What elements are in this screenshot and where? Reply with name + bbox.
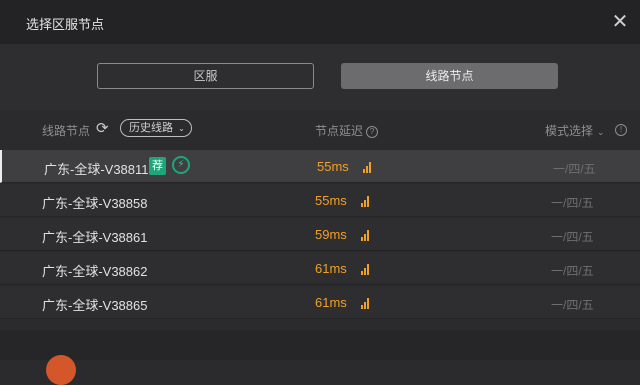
footer	[0, 330, 640, 385]
tab-nodes[interactable]: 线路节点	[341, 63, 558, 89]
header-latency-label: 节点延迟	[315, 124, 364, 138]
signal-icon	[361, 229, 373, 241]
node-row[interactable]: 广东-全球-V38861 59ms 一/四/五	[0, 218, 640, 251]
node-row[interactable]: 广东-全球-V38811 荐 ⚡ 55ms 一/四/五	[0, 150, 640, 183]
signal-icon	[363, 161, 375, 173]
node-latency: 55ms	[315, 193, 347, 208]
node-row[interactable]: 广东-全球-V38865 61ms 一/四/五	[0, 286, 640, 319]
info-icon[interactable]: !	[612, 122, 627, 136]
node-name: 广东-全球-V38865	[42, 298, 148, 313]
signal-icon	[361, 195, 373, 207]
node-mode: 一/四/五	[551, 196, 594, 210]
refresh-icon[interactable]: ⟳	[96, 119, 109, 137]
node-row[interactable]: 广东-全球-V38858 55ms 一/四/五	[0, 184, 640, 217]
title-bar: 选择区服节点 ✕	[0, 0, 640, 44]
tab-bar: 区服 线路节点	[0, 44, 640, 110]
window-title: 选择区服节点	[26, 17, 105, 32]
node-mode: 一/四/五	[551, 264, 594, 278]
boost-icon: ⚡	[172, 156, 190, 174]
node-latency: 61ms	[315, 261, 347, 276]
help-icon[interactable]: ?	[366, 126, 379, 138]
node-name: 广东-全球-V38858	[42, 196, 148, 211]
table-header: 线路节点 ⟳ 历史线路 ⌄ 节点延迟? 模式选择 ⌄ !	[0, 110, 640, 148]
node-mode: 一/四/五	[553, 162, 596, 176]
node-latency: 59ms	[315, 227, 347, 242]
header-nodes: 线路节点	[42, 124, 91, 138]
history-dropdown[interactable]: 历史线路 ⌄	[120, 119, 192, 137]
node-name: 广东-全球-V38861	[42, 230, 148, 245]
header-mode[interactable]: 模式选择 ⌄	[545, 122, 605, 139]
chevron-down-icon: ⌄	[178, 124, 185, 133]
node-name: 广东-全球-V38811	[44, 162, 149, 177]
tab-region[interactable]: 区服	[97, 63, 314, 89]
node-row[interactable]: 广东-全球-V38862 61ms 一/四/五	[0, 252, 640, 285]
node-name: 广东-全球-V38862	[42, 264, 148, 279]
chevron-down-icon: ⌄	[597, 127, 605, 137]
node-mode: 一/四/五	[551, 230, 594, 244]
recommended-badge: 荐	[149, 157, 166, 175]
close-icon[interactable]: ✕	[610, 12, 630, 32]
node-latency: 61ms	[315, 295, 347, 310]
signal-icon	[361, 263, 373, 275]
header-latency: 节点延迟?	[315, 122, 379, 139]
history-label: 历史线路	[129, 122, 173, 134]
header-mode-label: 模式选择	[545, 124, 594, 138]
node-mode: 一/四/五	[551, 298, 594, 312]
signal-icon	[361, 297, 373, 309]
node-latency: 55ms	[317, 159, 349, 174]
